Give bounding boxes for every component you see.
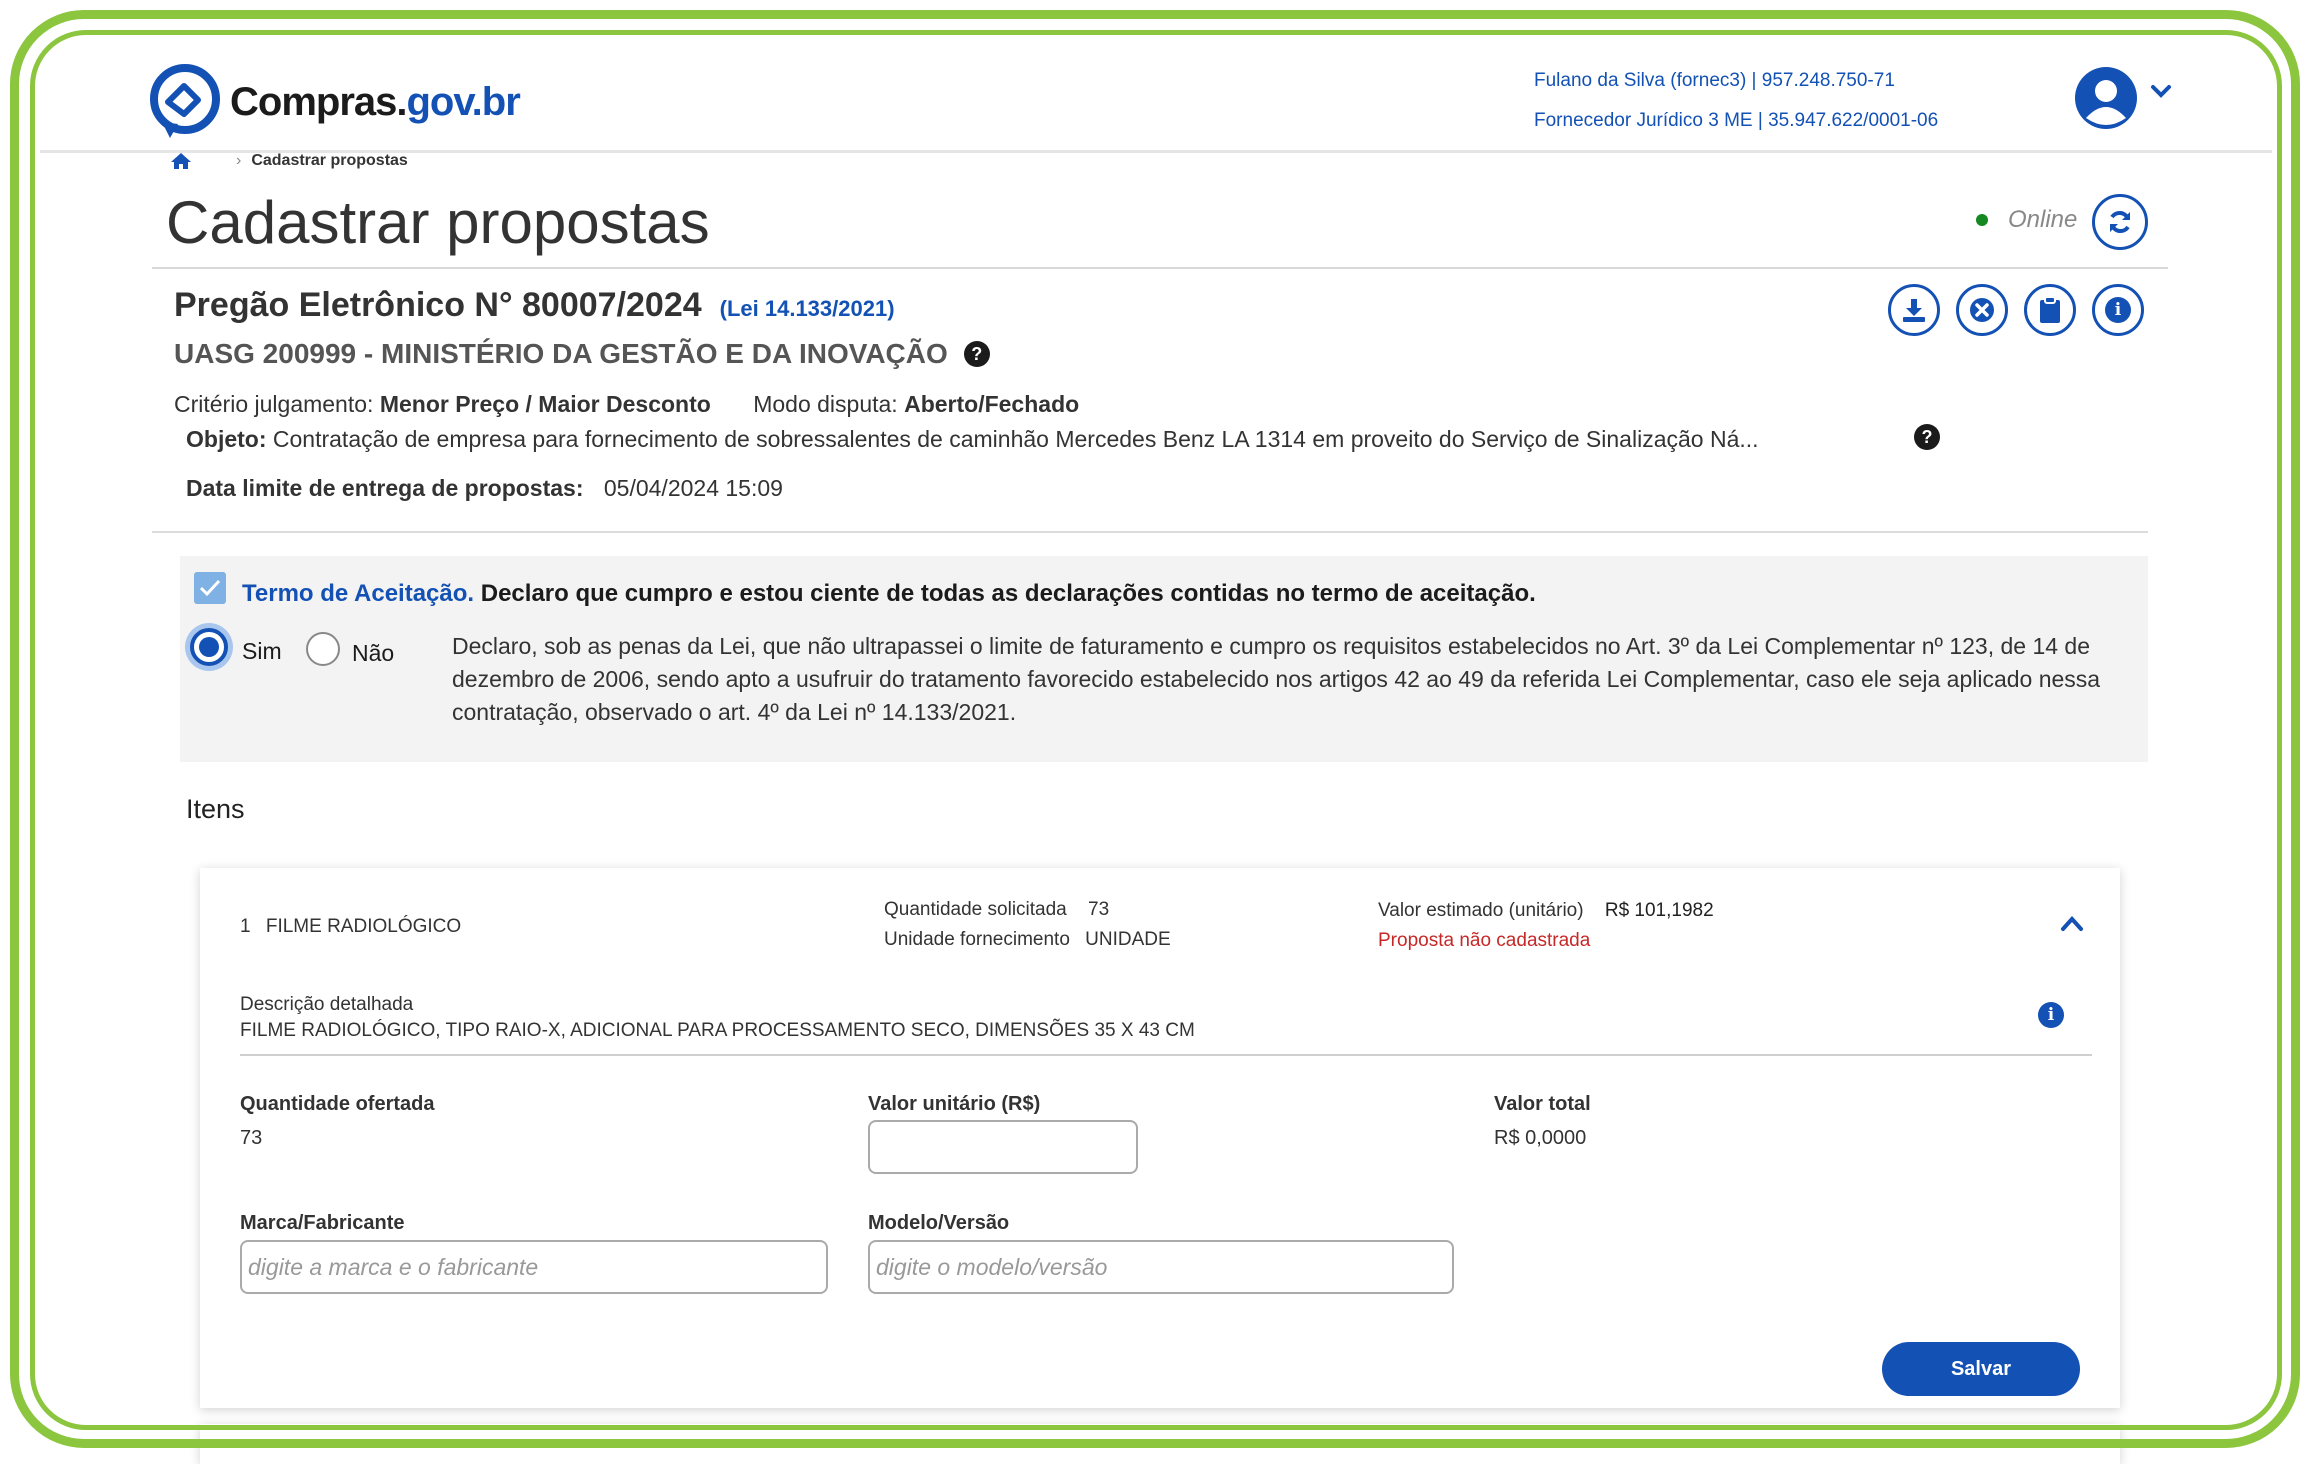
refresh-button[interactable]	[2092, 194, 2148, 250]
modo-value: Aberto/Fechado	[904, 391, 1080, 417]
descricao-label: Descrição detalhada	[240, 994, 414, 1015]
valor-estimado-label: Valor estimado (unitário)	[1378, 900, 1584, 921]
itens-heading: Itens	[186, 794, 245, 824]
proposta-status: Proposta não cadastrada	[1378, 930, 1591, 951]
breadcrumb-current: Cadastrar propostas	[251, 152, 408, 169]
modo-label: Modo disputa:	[753, 391, 898, 417]
pregao-number: Pregão Eletrônico N° 80007/2024	[174, 286, 702, 324]
online-status: Online	[1976, 206, 2077, 234]
online-label: Online	[2008, 206, 2078, 233]
chevron-up-icon[interactable]	[2060, 914, 2084, 932]
radio-sim-dot	[199, 637, 219, 657]
check-icon	[199, 579, 221, 597]
qtd-solicitada: Quantidade solicitada 73	[884, 899, 1109, 921]
me-epp-declaration: Declaro, sob as penas da Lei, que não ul…	[452, 633, 2101, 725]
valor-estimado-value: R$ 101,1982	[1604, 900, 1714, 921]
clipboard-icon	[2040, 296, 2060, 323]
valor-unitario-label: Valor unitário (R$)	[868, 1093, 1041, 1115]
criterio-line: Critério julgamento: Menor Preço / Maior…	[174, 391, 1079, 418]
item-info-icon[interactable]: i	[2038, 1002, 2064, 1028]
breadcrumb: › Cadastrar propostas	[170, 152, 408, 170]
objeto-line: Objeto: Contratação de empresa para forn…	[186, 426, 1759, 453]
item-name: FILME RADIOLÓGICO	[265, 916, 462, 937]
item-title: 1 FILME RADIOLÓGICO	[240, 916, 461, 938]
modelo-label: Modelo/Versão	[868, 1212, 1010, 1234]
descricao-value: FILME RADIOLÓGICO, TIPO RAIO-X, ADICIONA…	[240, 1020, 1195, 1041]
user-avatar-icon[interactable]	[2074, 66, 2138, 130]
info-icon: i	[2105, 297, 2131, 323]
breadcrumb-separator: ›	[236, 152, 242, 169]
qtd-ofertada-label: Quantidade ofertada	[240, 1093, 435, 1115]
uasg-line: UASG 200999 - MINISTÉRIO DA GESTÃO E DA …	[174, 338, 990, 370]
data-limite-label: Data limite de entrega de propostas:	[186, 475, 584, 501]
online-dot-icon	[1976, 214, 1988, 226]
valor-estimado: Valor estimado (unitário) R$ 101,1982	[1378, 900, 1714, 922]
item-card-next	[200, 1424, 2120, 1464]
radio-sim-label[interactable]: Sim	[242, 638, 282, 665]
lei-link[interactable]: (Lei 14.133/2021)	[720, 296, 895, 321]
valor-unitario-input[interactable]	[868, 1120, 1138, 1174]
marca-input[interactable]: digite a marca e o fabricante	[240, 1240, 828, 1294]
close-circle-icon	[1970, 298, 1994, 322]
termo-checkbox[interactable]	[194, 572, 226, 604]
cancel-button[interactable]	[1956, 284, 2008, 336]
termo-text: Termo de Aceitação. Declaro que cumpro e…	[242, 580, 1536, 608]
user-company-cnpj: Fornecedor Jurídico 3 ME | 35.947.622/00…	[1534, 110, 1939, 131]
radio-nao-label[interactable]: Não	[352, 640, 394, 667]
termo-declaration: Declaro que cumpro e estou ciente de tod…	[480, 580, 1536, 607]
clipboard-button[interactable]	[2024, 284, 2076, 336]
objeto-help-icon[interactable]: ?	[1914, 424, 1940, 450]
item-number: 1	[240, 916, 251, 937]
info-divider	[152, 531, 2148, 533]
unidade-label: Unidade fornecimento	[884, 929, 1070, 950]
user-name-cpf: Fulano da Silva (fornec3) | 957.248.750-…	[1534, 70, 1895, 91]
download-button[interactable]	[1888, 284, 1940, 336]
unidade-fornecimento: Unidade fornecimento UNIDADE	[884, 929, 1171, 951]
compras-logo-icon	[150, 64, 220, 138]
marca-label: Marca/Fabricante	[240, 1212, 405, 1234]
modelo-input[interactable]: digite o modelo/versão	[868, 1240, 1454, 1294]
help-icon[interactable]: ?	[963, 341, 990, 367]
save-button[interactable]: Salvar	[1882, 1342, 2080, 1396]
uasg-text: UASG 200999 - MINISTÉRIO DA GESTÃO E DA …	[174, 338, 948, 369]
termo-link[interactable]: Termo de Aceitação.	[242, 580, 474, 607]
qtd-solicitada-value: 73	[1088, 899, 1110, 920]
pregao-title: Pregão Eletrônico N° 80007/2024 (Lei 14.1…	[174, 286, 895, 325]
criterio-label: Critério julgamento:	[174, 391, 374, 417]
data-limite-line: Data limite de entrega de propostas: 05/…	[186, 475, 783, 502]
qtd-solicitada-label: Quantidade solicitada	[884, 899, 1067, 920]
qtd-ofertada-value: 73	[240, 1127, 263, 1149]
site-logo[interactable]: Compras.gov.br	[148, 62, 521, 142]
download-icon	[1903, 299, 1925, 322]
valor-total-value: R$ 0,0000	[1494, 1127, 1587, 1149]
objeto-label: Objeto:	[186, 426, 267, 452]
data-limite-value: 05/04/2024 15:09	[603, 475, 783, 501]
home-icon[interactable]	[170, 152, 192, 170]
radio-nao[interactable]	[306, 632, 340, 666]
criterio-value: Menor Preço / Maior Desconto	[379, 391, 711, 417]
logo-text: Compras.gov.br	[230, 79, 521, 124]
title-divider	[152, 267, 2168, 269]
info-button[interactable]: i	[2092, 284, 2144, 336]
unidade-value: UNIDADE	[1085, 929, 1171, 950]
valor-total-label: Valor total	[1494, 1093, 1591, 1115]
item-divider	[240, 1054, 2092, 1056]
radio-sim[interactable]	[190, 628, 228, 666]
page-title: Cadastrar propostas	[166, 189, 710, 256]
refresh-icon	[2110, 211, 2130, 233]
objeto-value: Contratação de empresa para fornecimento…	[272, 426, 1759, 452]
chevron-down-icon[interactable]	[2150, 84, 2172, 100]
